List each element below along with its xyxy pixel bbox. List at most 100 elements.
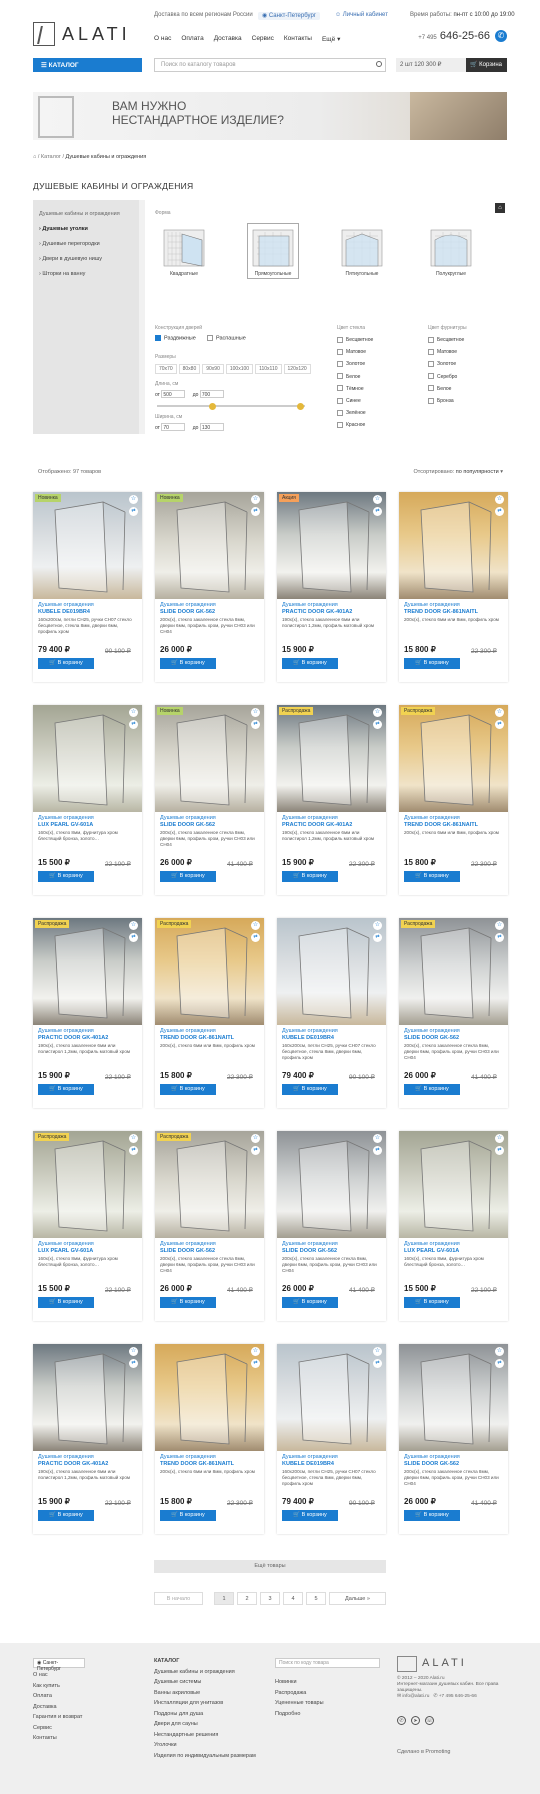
add-to-cart-button[interactable]: 🛒 В корзину (282, 1084, 338, 1095)
footer-link[interactable]: Распродажа (275, 1688, 324, 1699)
product-category[interactable]: Душевые ограждения (404, 602, 460, 608)
fitting-option[interactable]: Белое (428, 383, 464, 395)
compare-icon[interactable]: ⇄ (373, 507, 382, 516)
compare-icon[interactable]: ⇄ (495, 933, 504, 942)
page-1[interactable]: 1 (214, 1592, 234, 1605)
favorite-icon[interactable]: ☆ (129, 1134, 138, 1143)
product-category[interactable]: Душевые ограждения (282, 1241, 338, 1247)
sidebar-item-niche-doors[interactable]: › Двери в душевую нишу (39, 256, 139, 262)
nav-delivery[interactable]: Доставка (214, 35, 242, 43)
door-swing-checkbox[interactable]: Распашные (207, 335, 246, 341)
load-more-button[interactable]: Ещё товары (154, 1560, 386, 1573)
product-category[interactable]: Душевые ограждения (38, 1241, 94, 1247)
shape-semicircular[interactable]: Полукруглые (425, 223, 477, 279)
product-card[interactable]: ☆ ⇄ Душевые ограждения KUBELE DE019BR4 160х2… (277, 1344, 386, 1534)
compare-icon[interactable]: ⇄ (373, 933, 382, 942)
product-category[interactable]: Душевые ограждения (38, 602, 94, 608)
page-2[interactable]: 2 (237, 1592, 257, 1605)
favorite-icon[interactable]: ☆ (373, 495, 382, 504)
fitting-option[interactable]: Серебро (428, 371, 464, 383)
favorite-icon[interactable]: ☆ (251, 1134, 260, 1143)
favorite-icon[interactable]: ☆ (495, 1134, 504, 1143)
product-name[interactable]: SLIDE DOOR GK-562 (160, 609, 215, 615)
add-to-cart-button[interactable]: 🛒 В корзину (404, 658, 460, 669)
product-category[interactable]: Душевые ограждения (404, 1454, 460, 1460)
height-from-input[interactable]: 70 (161, 423, 186, 431)
breadcrumb-catalog[interactable]: Каталог (41, 154, 61, 160)
favorite-icon[interactable]: ☆ (495, 495, 504, 504)
product-card[interactable]: ☆ ⇄ Душевые ограждения LUX PEARL GV-601A 160… (33, 705, 142, 895)
footer-link[interactable]: Душевые кабины и ограждения (154, 1667, 256, 1678)
add-to-cart-button[interactable]: 🛒 В корзину (282, 1297, 338, 1308)
add-to-cart-button[interactable]: 🛒 В корзину (160, 658, 216, 669)
glass-option[interactable]: Синее (337, 395, 373, 407)
footer-email[interactable]: info@alati.ru (402, 1694, 429, 1699)
add-to-cart-button[interactable]: 🛒 В корзину (38, 871, 94, 882)
favorite-icon[interactable]: ☆ (251, 708, 260, 717)
favorite-icon[interactable]: ☆ (373, 708, 382, 717)
product-name[interactable]: PRACTIC DOOR GK-401A2 (282, 609, 352, 615)
product-card[interactable]: ☆ ⇄ Душевые ограждения KUBELE DE019BR4 160х2… (277, 918, 386, 1108)
height-to-input[interactable]: 130 (199, 423, 224, 431)
page-5[interactable]: 5 (306, 1592, 326, 1605)
product-name[interactable]: PRACTIC DOOR GK-401A2 (38, 1461, 108, 1467)
home-icon[interactable]: ⌂ (33, 154, 36, 160)
footer-link[interactable]: Гарантия и возврат (33, 1712, 82, 1723)
add-to-cart-button[interactable]: 🛒 В корзину (404, 1084, 460, 1095)
product-name[interactable]: PRACTIC DOOR GK-401A2 (38, 1035, 108, 1041)
product-card[interactable]: Новинка ☆ ⇄ Душевые ограждения KUBELE DE019B… (33, 492, 142, 682)
fitting-option[interactable]: Бронза (428, 395, 464, 407)
product-category[interactable]: Душевые ограждения (160, 1028, 216, 1034)
fitting-option[interactable]: Бесцветное (428, 334, 464, 346)
compare-icon[interactable]: ⇄ (129, 1146, 138, 1155)
product-card[interactable]: Распродажа ☆ ⇄ Душевые ограждения SLIDE DOOR… (155, 1131, 264, 1321)
sidebar-item-corners[interactable]: › Душевые уголки (39, 226, 139, 232)
sidebar-item-bath-screens[interactable]: › Шторки на ванну (39, 271, 139, 277)
glass-option[interactable]: Бесцветное (337, 334, 373, 346)
size-110[interactable]: 110х110 (255, 364, 282, 374)
compare-icon[interactable]: ⇄ (129, 933, 138, 942)
callback-icon[interactable]: ✆ (495, 30, 507, 42)
product-card[interactable]: ☆ ⇄ Душевые ограждения TREND DOOR GK-861NAI… (155, 1344, 264, 1534)
page-4[interactable]: 4 (283, 1592, 303, 1605)
add-to-cart-button[interactable]: 🛒 В корзину (38, 1510, 94, 1521)
product-category[interactable]: Душевые ограждения (282, 815, 338, 821)
compare-icon[interactable]: ⇄ (373, 1146, 382, 1155)
footer-link[interactable]: Подробно (275, 1709, 324, 1720)
product-category[interactable]: Душевые ограждения (38, 1454, 94, 1460)
footer-link[interactable]: Сервис (33, 1723, 82, 1734)
footer-link[interactable]: Поддоны для душа (154, 1709, 256, 1720)
product-card[interactable]: ☆ ⇄ Душевые ограждения SLIDE DOOR GK-562 200… (277, 1131, 386, 1321)
footer-link[interactable]: Уголочки (154, 1740, 256, 1751)
door-sliding-checkbox[interactable]: Раздвижные (155, 335, 196, 341)
add-to-cart-button[interactable]: 🛒 В корзину (404, 871, 460, 882)
favorite-icon[interactable]: ☆ (373, 1134, 382, 1143)
favorite-icon[interactable]: ☆ (129, 921, 138, 930)
product-card[interactable]: ☆ ⇄ Душевые ограждения SLIDE DOOR GK-562 200… (399, 1344, 508, 1534)
product-name[interactable]: TREND DOOR GK-861NAITL (404, 822, 478, 828)
pagination-first[interactable]: В начало (154, 1592, 203, 1605)
footer-link[interactable]: Ванны акриловые (154, 1688, 256, 1699)
favorite-icon[interactable]: ☆ (495, 1347, 504, 1356)
add-to-cart-button[interactable]: 🛒 В корзину (160, 871, 216, 882)
footer-phone[interactable]: +7 495 646-25-66 (439, 1694, 477, 1699)
glass-option[interactable]: Золотое (337, 358, 373, 370)
favorite-icon[interactable]: ☆ (373, 1347, 382, 1356)
footer-link[interactable]: Инсталляции для унитазов (154, 1698, 256, 1709)
slider-knob[interactable] (297, 402, 304, 410)
glass-option[interactable]: Тёмное (337, 383, 373, 395)
nav-about[interactable]: О нас (154, 35, 171, 43)
product-name[interactable]: TREND DOOR GK-861NAITL (160, 1035, 234, 1041)
search-icon[interactable] (376, 61, 382, 67)
product-name[interactable]: SLIDE DOOR GK-562 (404, 1035, 459, 1041)
product-category[interactable]: Душевые ограждения (38, 1028, 94, 1034)
add-to-cart-button[interactable]: 🛒 В корзину (160, 1297, 216, 1308)
product-card[interactable]: Распродажа ☆ ⇄ Душевые ограждения SLIDE DOOR… (399, 918, 508, 1108)
product-name[interactable]: KUBELE DE019BR4 (282, 1461, 334, 1467)
phone-number[interactable]: +7 495 646-25-66 (418, 30, 490, 42)
product-category[interactable]: Душевые ограждения (404, 1028, 460, 1034)
glass-option[interactable]: Зелёное (337, 407, 373, 419)
favorite-icon[interactable]: ☆ (251, 1347, 260, 1356)
length-from-input[interactable]: 500 (161, 390, 186, 398)
footer-link[interactable]: Двери для сауны (154, 1719, 256, 1730)
